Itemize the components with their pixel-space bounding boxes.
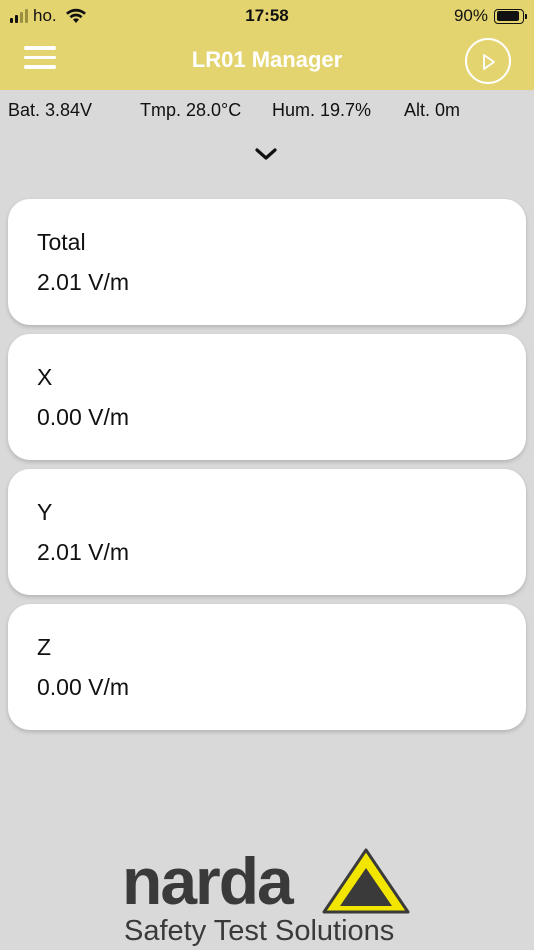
measurement-label: Y [37,499,53,525]
battery-group: 90% [453,6,527,26]
battery-fill [496,11,519,21]
device-info-bar: Bat. 3.84V Tmp. 28.0°C Hum. 19.7% Alt. 0… [0,98,534,126]
measurement-label: X [37,364,53,390]
measurement-card-y[interactable]: Y 2.01 V/m [8,469,526,595]
logo-brand: narda [122,844,294,918]
play-icon [483,54,495,70]
logo-tagline: Safety Test Solutions [124,915,395,947]
temperature-reading: Tmp. 28.0°C [140,100,242,120]
measurement-card-total[interactable]: Total 2.01 V/m [8,199,526,325]
measurement-label: Total [37,229,86,255]
measurement-card-z[interactable]: Z 0.00 V/m [8,604,526,730]
app-header: LR01 Manager [0,32,534,90]
status-bar: ho. 17:58 90% [0,0,534,32]
battery-voltage: Bat. 3.84V [8,100,93,120]
measurement-value: 0.00 V/m [37,404,130,430]
measurement-card-x[interactable]: X 0.00 V/m [8,334,526,460]
measurement-value: 2.01 V/m [37,269,130,295]
narda-logo: narda Safety Test Solutions [122,846,422,950]
battery-icon [494,8,527,24]
measurement-value: 2.01 V/m [37,539,130,565]
warning-triangle-icon [322,848,410,914]
altitude-reading: Alt. 0m [404,100,461,120]
play-button[interactable] [465,38,511,84]
chevron-down-icon[interactable] [254,146,278,162]
page-title: LR01 Manager [191,47,343,72]
humidity-reading: Hum. 19.7% [272,100,372,120]
measurement-value: 0.00 V/m [37,674,130,700]
battery-percent: 90% [453,6,488,25]
measurement-label: Z [37,634,52,660]
